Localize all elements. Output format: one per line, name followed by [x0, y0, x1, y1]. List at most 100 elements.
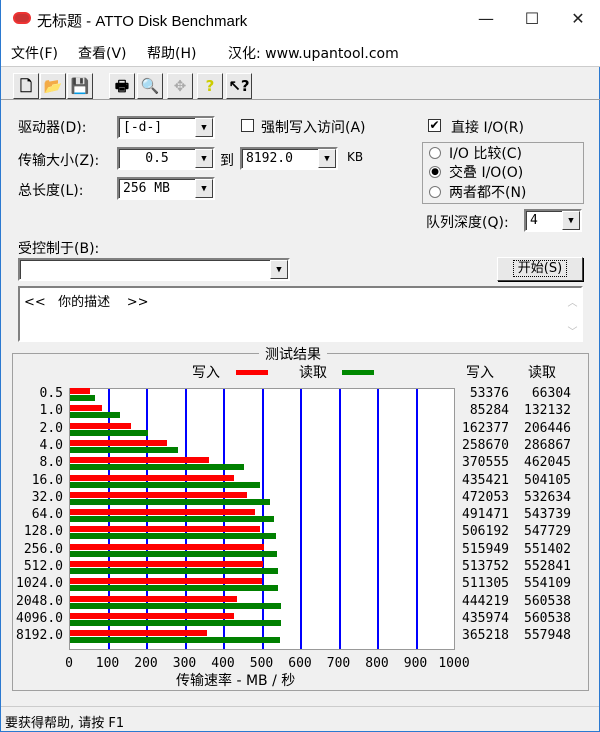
controlled-by-select[interactable]: ▼	[18, 258, 290, 281]
x-tick-label: 600	[288, 656, 312, 671]
value-write: 511305	[462, 576, 509, 592]
start-button[interactable]: 开始(S)	[497, 257, 583, 281]
status-text: 要获得帮助, 请按 F1	[5, 716, 125, 731]
transfer-from-select[interactable]: 0.5 ▼	[117, 147, 215, 170]
y-tick-label: 512.0	[23, 559, 63, 574]
gridline	[300, 389, 302, 649]
help-icon: ?	[205, 77, 215, 95]
drive-select[interactable]: [-d-] ▼	[117, 116, 215, 139]
value-read: 560538	[524, 593, 571, 609]
scroll-down-icon[interactable]: ﹀	[564, 323, 581, 338]
print-preview-button[interactable]: 🔍	[137, 73, 163, 99]
x-tick-label: 900	[403, 656, 428, 671]
move-icon: ✥	[173, 77, 187, 95]
chevron-down-icon[interactable]: ▼	[318, 149, 336, 168]
legend-write-label: 写入	[192, 365, 220, 381]
menu-file[interactable]: 文件(F)	[11, 43, 58, 63]
transfer-to-select[interactable]: 8192.0 ▼	[240, 147, 338, 170]
bar-write	[70, 439, 168, 446]
bar-read	[70, 533, 276, 540]
help-button[interactable]: ?	[197, 73, 223, 99]
x-tick-label: 800	[365, 656, 389, 671]
close-button[interactable]: ✕	[555, 0, 600, 38]
bar-read	[70, 481, 260, 488]
chevron-down-icon[interactable]: ▼	[195, 118, 213, 137]
maximize-button[interactable]: ☐	[509, 0, 555, 38]
value-read: 206446	[524, 420, 571, 436]
y-tick-label: 4.0	[39, 437, 63, 453]
save-button[interactable]: 💾	[67, 73, 93, 99]
bar-write	[70, 457, 210, 464]
radio-neither[interactable]	[429, 186, 441, 198]
bar-write	[70, 578, 263, 585]
total-length-value: 256 MB	[123, 181, 170, 196]
value-read: 560538	[524, 610, 571, 626]
value-write: 515949	[462, 541, 509, 557]
radio-overlapped-io[interactable]: ●	[429, 166, 441, 178]
y-tick-label: 256.0	[23, 541, 63, 557]
menu-view[interactable]: 查看(V)	[78, 43, 127, 63]
print-preview-icon: 🔍	[140, 77, 160, 95]
scrollbar[interactable]: ︿ ﹀	[564, 288, 581, 340]
bar-read	[70, 550, 278, 557]
value-read: 504105	[524, 472, 571, 488]
menu-help[interactable]: 帮助(H)	[147, 43, 196, 63]
value-write: 370555	[462, 455, 509, 471]
x-tick-label: 200	[134, 656, 158, 671]
print-icon: 🖶	[114, 77, 130, 95]
value-read: 557948	[524, 628, 571, 644]
app-icon	[13, 12, 31, 24]
print-button[interactable]: 🖶	[109, 73, 135, 99]
transfer-to-value: 8192.0	[246, 151, 293, 166]
bar-read	[70, 446, 178, 453]
queue-depth-select[interactable]: 4 ▼	[524, 209, 582, 232]
minimize-button[interactable]: —	[463, 0, 509, 38]
legend-write-swatch	[236, 370, 268, 375]
value-read: 286867	[524, 437, 571, 453]
move-button[interactable]: ✥	[167, 73, 193, 99]
bar-read	[70, 429, 148, 436]
new-document-button[interactable]: 🗋	[13, 73, 39, 99]
value-write: 506192	[462, 524, 509, 540]
bar-read	[70, 568, 278, 574]
y-tick-label: 0.5	[39, 386, 63, 401]
chevron-down-icon[interactable]: ▼	[195, 149, 213, 168]
value-read: 462045	[524, 455, 571, 471]
value-write: 53376	[469, 386, 509, 401]
open-folder-button[interactable]: 📂	[40, 73, 66, 99]
legend-read-swatch	[342, 370, 374, 375]
x-tick-label: 300	[172, 656, 197, 671]
app-window: 无标题 - ATTO Disk Benchmark — ☐ ✕ 文件(F) 查看…	[0, 0, 600, 732]
bar-read	[70, 516, 275, 523]
force-write-label: 强制写入访问(A)	[261, 120, 366, 136]
open-folder-icon: 📂	[43, 77, 63, 95]
legend-read-label: 读取	[299, 365, 327, 381]
value-write: 162377	[462, 420, 509, 436]
scroll-up-icon[interactable]: ︿	[564, 294, 581, 309]
bar-write	[70, 474, 234, 481]
drive-value: [-d-]	[123, 120, 163, 135]
x-tick-label: 100	[95, 656, 120, 671]
radio-io-compare[interactable]	[429, 147, 441, 159]
value-read: 543739	[524, 507, 571, 523]
save-icon: 💾	[70, 77, 90, 95]
chevron-down-icon[interactable]: ▼	[195, 179, 213, 198]
context-help-icon: ↖?	[228, 77, 250, 95]
description-text: << 你的描述 >>	[24, 295, 149, 310]
menu-localization[interactable]: 汉化: www.upantool.com	[228, 43, 399, 63]
direct-io-checkbox[interactable]: ✔	[428, 119, 441, 132]
bar-read	[70, 412, 120, 419]
io-compare-label: I/O 比较(C)	[449, 146, 523, 162]
bar-write	[70, 491, 248, 498]
chevron-down-icon[interactable]: ▼	[562, 211, 580, 230]
neither-label: 两者都不(N)	[449, 185, 527, 201]
force-write-checkbox[interactable]	[241, 119, 254, 132]
y-tick-label: 4096.0	[16, 610, 63, 626]
bar-write	[70, 405, 103, 412]
description-textarea[interactable]: << 你的描述 >> ︿ ﹀	[18, 286, 583, 342]
total-length-select[interactable]: 256 MB ▼	[117, 177, 215, 200]
bar-read	[70, 602, 281, 609]
context-help-button[interactable]: ↖?	[226, 73, 252, 99]
chevron-down-icon[interactable]: ▼	[270, 260, 288, 279]
y-tick-label: 64.0	[31, 507, 63, 523]
